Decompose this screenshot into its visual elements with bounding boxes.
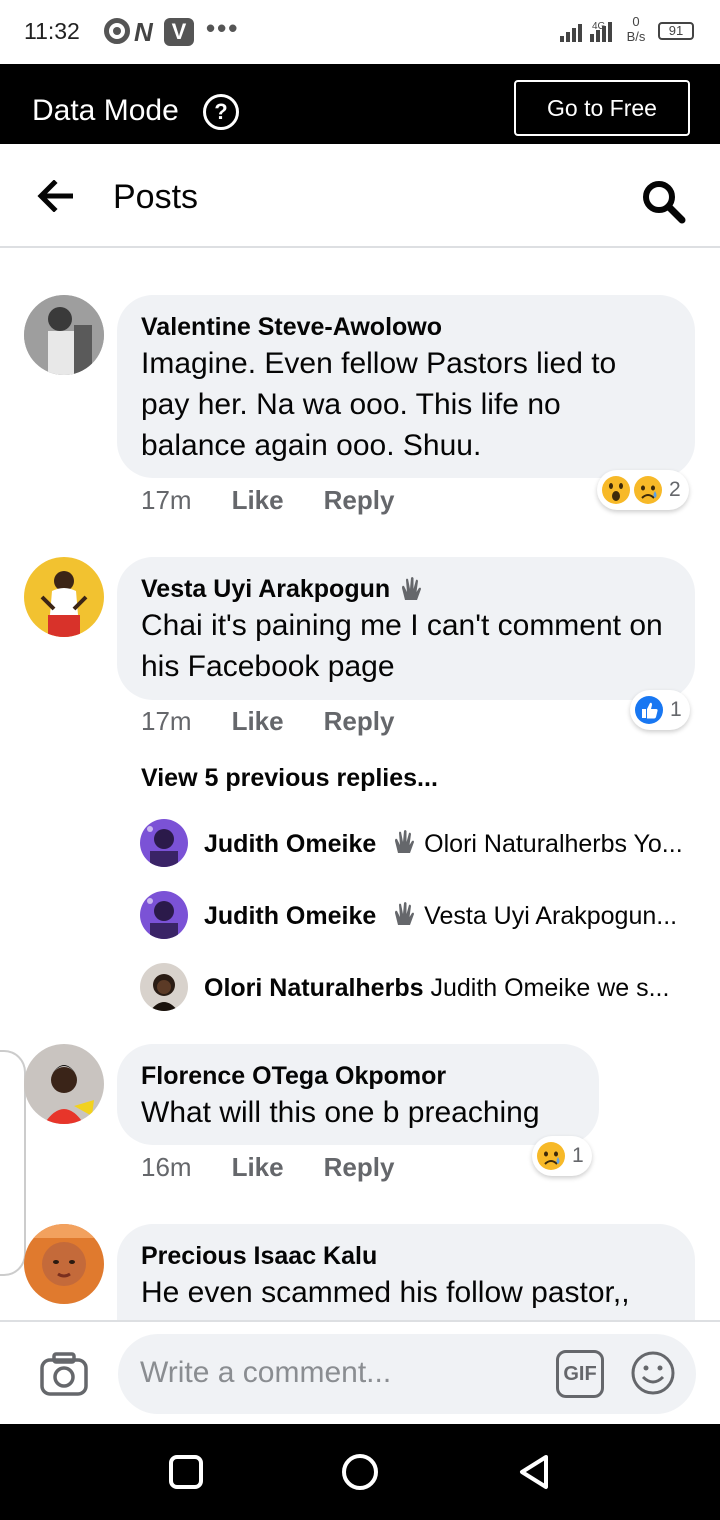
reply-author: Judith Omeike [204, 830, 377, 858]
like-button[interactable]: Like [232, 1152, 284, 1183]
data-speed: 0 B/s [626, 14, 646, 44]
comment-input-placeholder[interactable]: Write a comment... [140, 1356, 391, 1390]
gif-icon[interactable]: GIF [556, 1350, 604, 1398]
reaction-count: 2 [669, 478, 681, 501]
comment-actions: 16m Like Reply [141, 1152, 394, 1183]
comment-bubble[interactable]: Vesta Uyi Arakpogun Chai it's paining me… [117, 557, 695, 700]
go-to-free-button[interactable]: Go to Free [514, 80, 690, 136]
more-notifications-icon: ••• [206, 12, 240, 43]
reaction-count: 1 [670, 698, 682, 721]
comment-author[interactable]: Valentine Steve-Awolowo [141, 311, 671, 343]
like-button[interactable]: Like [232, 706, 284, 737]
avatar[interactable] [24, 557, 104, 637]
reply-author: Judith Omeike [204, 902, 377, 930]
view-previous-replies-link[interactable]: View 5 previous replies... [141, 764, 438, 793]
data-mode-banner: Data Mode ? Go to Free [0, 64, 720, 144]
reply-preview[interactable]: Judith Omeike Olori Naturalherbs Yo... [204, 828, 694, 860]
page-header: Posts [0, 144, 720, 248]
back-arrow-icon[interactable] [36, 180, 76, 212]
reaction-summary[interactable]: 1 [532, 1136, 592, 1176]
comment-time: 16m [141, 1152, 192, 1182]
reply-preview[interactable]: Olori Naturalherbs Judith Omeike we s... [204, 972, 694, 1004]
like-icon [635, 696, 663, 724]
comments-feed[interactable]: Valentine Steve-Awolowo Imagine. Even fe… [0, 250, 720, 1320]
home-icon[interactable] [340, 1452, 380, 1492]
comment-author-row: Vesta Uyi Arakpogun [141, 573, 671, 605]
emoji-icon[interactable] [630, 1350, 676, 1396]
sad-icon [537, 1142, 565, 1170]
comment-author[interactable]: Florence OTega Okpomor [141, 1060, 575, 1092]
status-time: 11:32 [24, 18, 80, 44]
comment-time: 17m [141, 485, 192, 515]
app-n-icon: N [134, 16, 153, 47]
comment-actions: 17m Like Reply [141, 706, 394, 737]
reply-avatar[interactable] [140, 891, 188, 939]
reply-button[interactable]: Reply [324, 485, 395, 516]
reply-avatar[interactable] [140, 819, 188, 867]
status-bar: 11:32 N V ••• 4G 0 B/s 91 [0, 0, 720, 64]
reply-text: Vesta Uyi Arakpogun... [424, 902, 678, 930]
reply-avatar[interactable] [140, 963, 188, 1011]
camera-icon[interactable] [40, 1352, 88, 1396]
comment-time: 17m [141, 706, 192, 736]
search-icon[interactable] [640, 178, 686, 224]
signal-icon: 4G [560, 21, 612, 42]
like-button[interactable]: Like [232, 485, 284, 516]
avatar[interactable] [24, 1044, 104, 1124]
reply-preview[interactable]: Judith Omeike Vesta Uyi Arakpogun... [204, 900, 694, 932]
comment-text: What will this one b preaching [141, 1096, 540, 1129]
reply-button[interactable]: Reply [324, 1152, 395, 1183]
help-icon[interactable]: ? [203, 94, 239, 130]
network-label: 4G [592, 21, 606, 32]
comment-text: He even scammed his follow pastor,, [141, 1276, 630, 1309]
back-icon[interactable] [514, 1452, 554, 1492]
sad-icon [634, 476, 662, 504]
rising-fan-badge-icon [402, 577, 422, 600]
comment-author[interactable]: Precious Isaac Kalu [141, 1240, 671, 1272]
wow-icon [602, 476, 630, 504]
comment-bubble[interactable]: Precious Isaac Kalu He even scammed his … [117, 1224, 695, 1320]
data-mode-title: Data Mode [32, 94, 179, 127]
system-navigation-bar [0, 1424, 720, 1520]
avatar[interactable] [24, 1224, 104, 1304]
rising-fan-badge-icon [395, 902, 415, 925]
comment-text: Chai it's paining me I can't comment on … [141, 609, 663, 683]
battery-level: 91 [668, 23, 684, 38]
comment-text: Imagine. Even fellow Pastors lied to pay… [141, 347, 617, 462]
comment-bubble[interactable]: Valentine Steve-Awolowo Imagine. Even fe… [117, 295, 695, 478]
battery-icon: 91 [658, 22, 694, 40]
app-v-icon: V [164, 18, 194, 46]
reaction-summary[interactable]: 2 [597, 470, 689, 510]
avatar[interactable] [24, 295, 104, 375]
comment-actions: 17m Like Reply [141, 485, 394, 516]
side-panel-handle[interactable] [0, 1050, 26, 1276]
reaction-summary[interactable]: 1 [630, 690, 690, 730]
reaction-count: 1 [572, 1144, 584, 1167]
comment-bubble[interactable]: Florence OTega Okpomor What will this on… [117, 1044, 599, 1145]
reply-text: Olori Naturalherbs Yo... [424, 830, 683, 858]
page-title: Posts [113, 178, 199, 216]
reply-author: Olori Naturalherbs [204, 974, 424, 1002]
comment-composer: Write a comment... GIF [0, 1320, 720, 1424]
reply-text: Judith Omeike we s... [430, 974, 670, 1002]
rising-fan-badge-icon [395, 830, 415, 853]
chrome-icon [104, 18, 130, 44]
recents-icon[interactable] [166, 1452, 206, 1492]
comment-author[interactable]: Vesta Uyi Arakpogun [141, 573, 390, 605]
reply-button[interactable]: Reply [324, 706, 395, 737]
